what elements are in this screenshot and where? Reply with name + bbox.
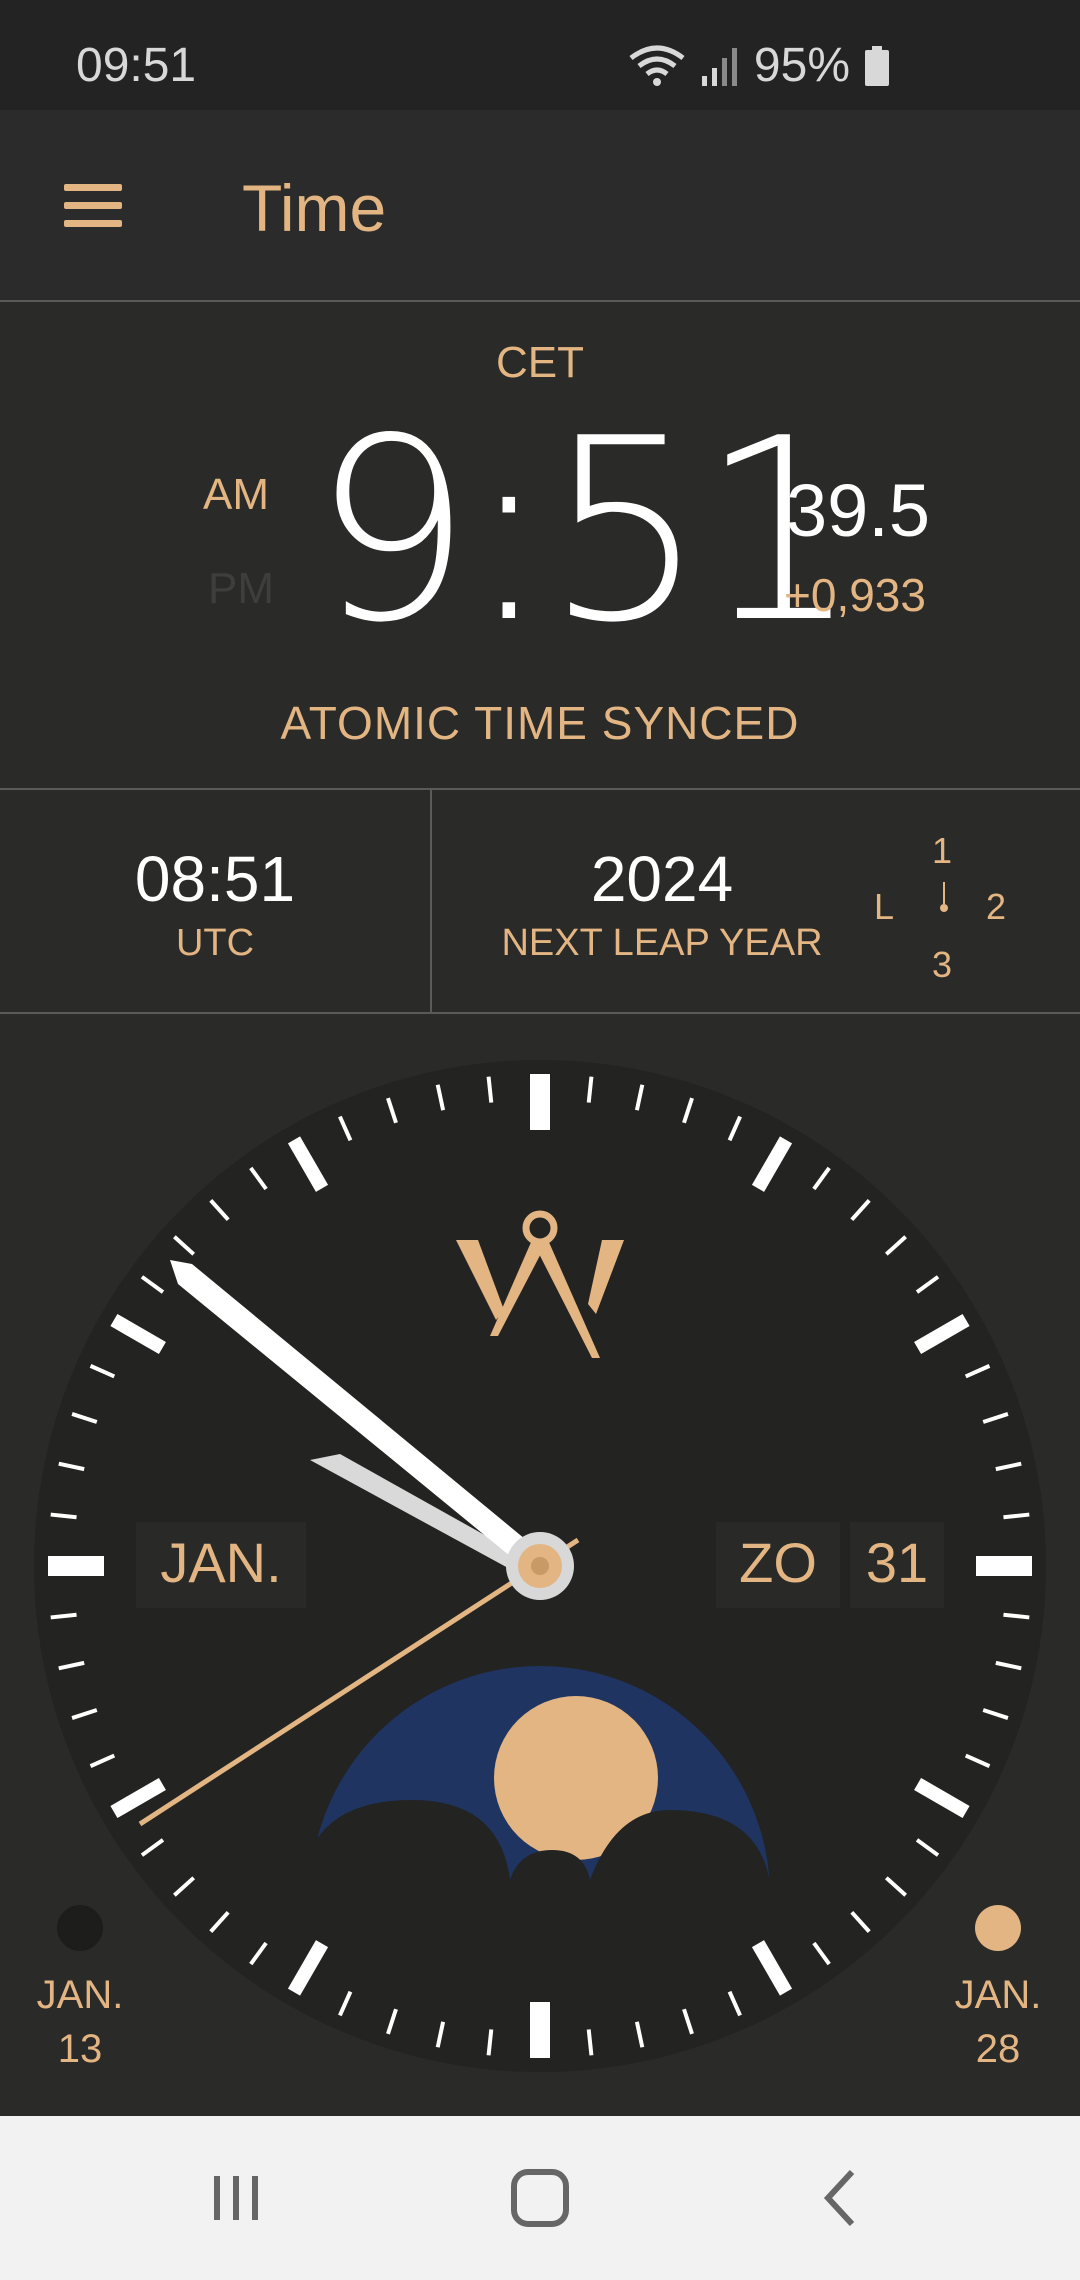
- seconds-display: 39.5: [786, 469, 931, 552]
- battery-percent: 95%: [753, 39, 850, 92]
- utc-time: 08:51: [134, 843, 296, 915]
- month-label: JAN.: [160, 1531, 281, 1594]
- battery-icon: [865, 45, 889, 86]
- status-icons: 95%: [628, 38, 890, 93]
- full-moon-day: 28: [975, 2027, 1021, 2071]
- minute-marker: [586, 1076, 594, 1103]
- leap-cycle-indicator: 1 2 3 L: [860, 830, 1060, 990]
- pm-indicator: PM: [208, 564, 274, 613]
- menu-icon-line: [64, 220, 122, 227]
- minute-marker: [1003, 1512, 1030, 1520]
- leap-cycle-1: 1: [932, 830, 953, 871]
- full-moon-month: JAN.: [954, 1973, 1042, 2017]
- status-bar: 09:51 95%: [0, 0, 1080, 110]
- menu-icon: [64, 184, 122, 191]
- minute-marker: [50, 1612, 77, 1620]
- new-moon-month: JAN.: [36, 1973, 124, 2017]
- new-moon-day: 13: [57, 2027, 103, 2071]
- leap-cycle-l: L: [874, 886, 895, 927]
- analog-dial: JAN. ZO 31 JAN. 13 JAN. 28: [0, 1014, 1080, 2116]
- signal-icon: [701, 47, 737, 86]
- info-row: 08:51 UTC 2024 NEXT LEAP YEAR 1 2 3 L: [0, 790, 1080, 1014]
- menu-button[interactable]: [56, 178, 130, 234]
- next-leap-year: 2024: [590, 843, 734, 915]
- weekday-label: ZO: [739, 1531, 817, 1594]
- minute-marker: [1003, 1612, 1030, 1620]
- minute-marker: [50, 1512, 77, 1520]
- status-time: 09:51: [76, 39, 197, 92]
- leap-cycle-2: 2: [986, 886, 1007, 927]
- full-moon-icon: [975, 1905, 1021, 1951]
- minute-marker: [486, 1076, 494, 1103]
- new-moon-icon: [57, 1905, 103, 1951]
- menu-icon-line: [64, 202, 122, 209]
- utc-label: UTC: [175, 922, 255, 964]
- home-icon[interactable]: [500, 2166, 580, 2230]
- full-moon-date: JAN. 28: [928, 1968, 1068, 2076]
- navigation-bar: [0, 2116, 1080, 2280]
- app-bar: Time: [0, 110, 1080, 302]
- app-title: Time: [242, 171, 387, 245]
- timezone-label: CET: [496, 338, 584, 387]
- back-icon[interactable]: [800, 2166, 880, 2230]
- time-offset: +0,933: [784, 569, 926, 621]
- new-moon-date: JAN. 13: [10, 1968, 150, 2076]
- leap-pointer-icon: [940, 882, 948, 912]
- time-panel: CET AM PM 9:51 39.5 +0,933 ATOMIC TIME S…: [0, 302, 1080, 790]
- minute-marker: [586, 2029, 594, 2056]
- am-indicator: AM: [203, 470, 269, 519]
- leap-cycle-3: 3: [932, 944, 953, 985]
- wifi-icon: [629, 45, 685, 86]
- minute-marker: [486, 2029, 494, 2056]
- recent-apps-icon[interactable]: [196, 2166, 276, 2230]
- dial-face: JAN. ZO 31: [34, 1060, 1046, 2072]
- next-leap-year-label: NEXT LEAP YEAR: [501, 922, 823, 964]
- sync-status: ATOMIC TIME SYNCED: [280, 697, 800, 749]
- day-label: 31: [866, 1531, 928, 1594]
- current-time: 9:51: [312, 385, 860, 678]
